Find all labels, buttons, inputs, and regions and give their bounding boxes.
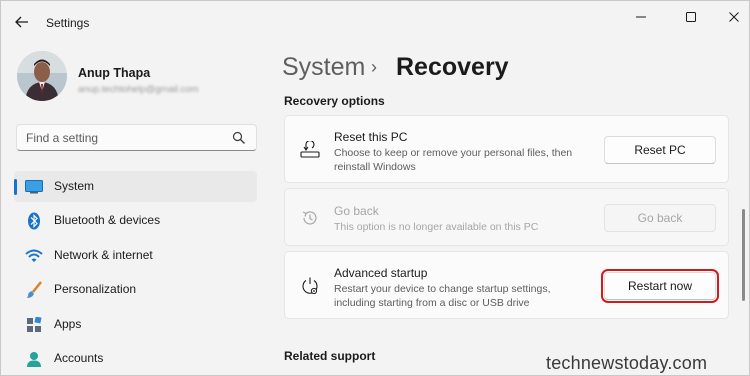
sidebar-item-label: System [54,179,95,193]
sidebar-item-label: Bluetooth & devices [54,213,161,227]
reset-pc-icon [299,139,321,161]
card-go-back: Go back This option is no longer availab… [284,188,729,246]
sidebar-item-label: Apps [54,317,82,331]
sidebar-item-label: Network & internet [54,248,153,262]
close-icon [729,12,739,22]
sidebar-item-bluetooth[interactable]: Bluetooth & devices [14,205,257,236]
card-description: This option is no longer available on th… [334,221,539,233]
breadcrumb-parent[interactable]: System [282,53,365,82]
search-input[interactable]: Find a setting [16,124,257,151]
advanced-startup-icon [299,275,321,297]
card-description: Restart your device to change startup se… [334,283,551,309]
scrollbar[interactable] [742,209,745,301]
card-description: Choose to keep or remove your personal f… [334,147,573,173]
section-title-recovery-options: Recovery options [284,94,385,108]
sidebar-item-system[interactable]: System [14,171,257,202]
section-title-related-support: Related support [284,349,376,363]
page-title: Recovery [396,53,509,81]
profile-email: anup.techtohelp@gmail.com [78,84,199,95]
card-title: Advanced startup [334,266,428,280]
history-icon [299,207,321,229]
minimize-icon [636,16,646,18]
back-button[interactable] [11,11,33,33]
avatar[interactable] [17,51,67,101]
sidebar-item-apps[interactable]: Apps [14,309,257,340]
maximize-button[interactable] [676,7,706,27]
bluetooth-icon [25,212,43,230]
minimize-button[interactable] [626,7,656,27]
chevron-right-icon: › [371,57,377,77]
app-title: Settings [46,16,90,30]
sidebar-item-label: Accounts [54,351,104,365]
apps-icon [25,316,43,334]
system-icon [25,178,43,196]
card-reset-pc: Reset this PC Choose to keep or remove y… [284,115,729,183]
go-back-button[interactable]: Go back [604,204,716,232]
settings-window: Settings Anup Thapa anup.techtohelp@gmai… [0,0,750,376]
close-button[interactable] [719,7,749,27]
card-title: Go back [334,204,379,218]
reset-pc-button[interactable]: Reset PC [604,136,716,164]
selection-indicator [14,179,17,195]
watermark: technewstoday.com [546,353,708,373]
back-arrow-icon [15,16,28,28]
title-bar: Settings [1,1,750,41]
profile-name: Anup Thapa [78,66,151,80]
sidebar-item-network[interactable]: Network & internet [14,240,257,271]
search-icon[interactable] [232,131,246,145]
card-title: Reset this PC [334,130,408,144]
restart-now-button[interactable]: Restart now [601,269,719,303]
sidebar-item-accounts[interactable]: Accounts [14,343,257,374]
sidebar-item-personalization[interactable]: Personalization [14,274,257,305]
maximize-icon [686,12,696,22]
search-placeholder: Find a setting [26,131,99,145]
account-icon [25,350,43,368]
card-advanced-startup: Advanced startup Restart your device to … [284,251,729,319]
paintbrush-icon [25,281,43,299]
sidebar-item-label: Personalization [54,282,137,296]
wifi-icon [25,247,43,265]
